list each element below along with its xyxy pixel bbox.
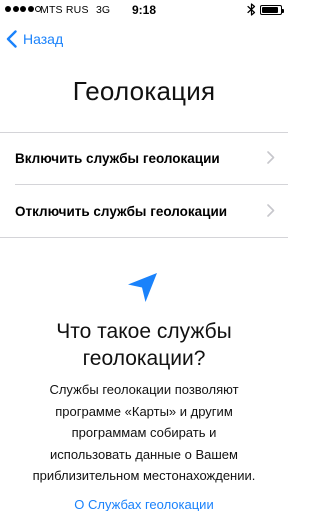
chevron-right-icon	[267, 204, 275, 217]
enable-location-services-label: Включить службы геолокации	[15, 150, 220, 166]
status-bar: MTS RUS 3G 9:18	[0, 0, 288, 20]
chevron-right-icon	[267, 151, 275, 164]
page-title: Геолокация	[72, 76, 216, 106]
info-heading: Что такое службы геолокации?	[56, 320, 232, 370]
back-button[interactable]: Назад	[6, 28, 63, 50]
enable-location-services-row[interactable]: Включить службы геолокации	[0, 132, 288, 184]
info-description: Службы геолокации позволяют программе «К…	[32, 382, 256, 483]
about-location-services-link[interactable]: О Службах геолокации	[0, 497, 288, 511]
disable-location-services-row[interactable]: Отключить службы геолокации	[0, 185, 288, 237]
back-label: Назад	[23, 31, 64, 47]
status-time: 9:18	[131, 3, 157, 17]
divider	[0, 237, 288, 238]
location-arrow-icon	[128, 273, 157, 302]
disable-location-services-label: Отключить службы геолокации	[15, 203, 228, 219]
battery-icon	[260, 5, 284, 15]
screen: MTS RUS 3G 9:18 Назад Геолокация Включит…	[0, 0, 288, 511]
chevron-left-icon	[6, 30, 17, 48]
bluetooth-icon	[247, 3, 256, 16]
